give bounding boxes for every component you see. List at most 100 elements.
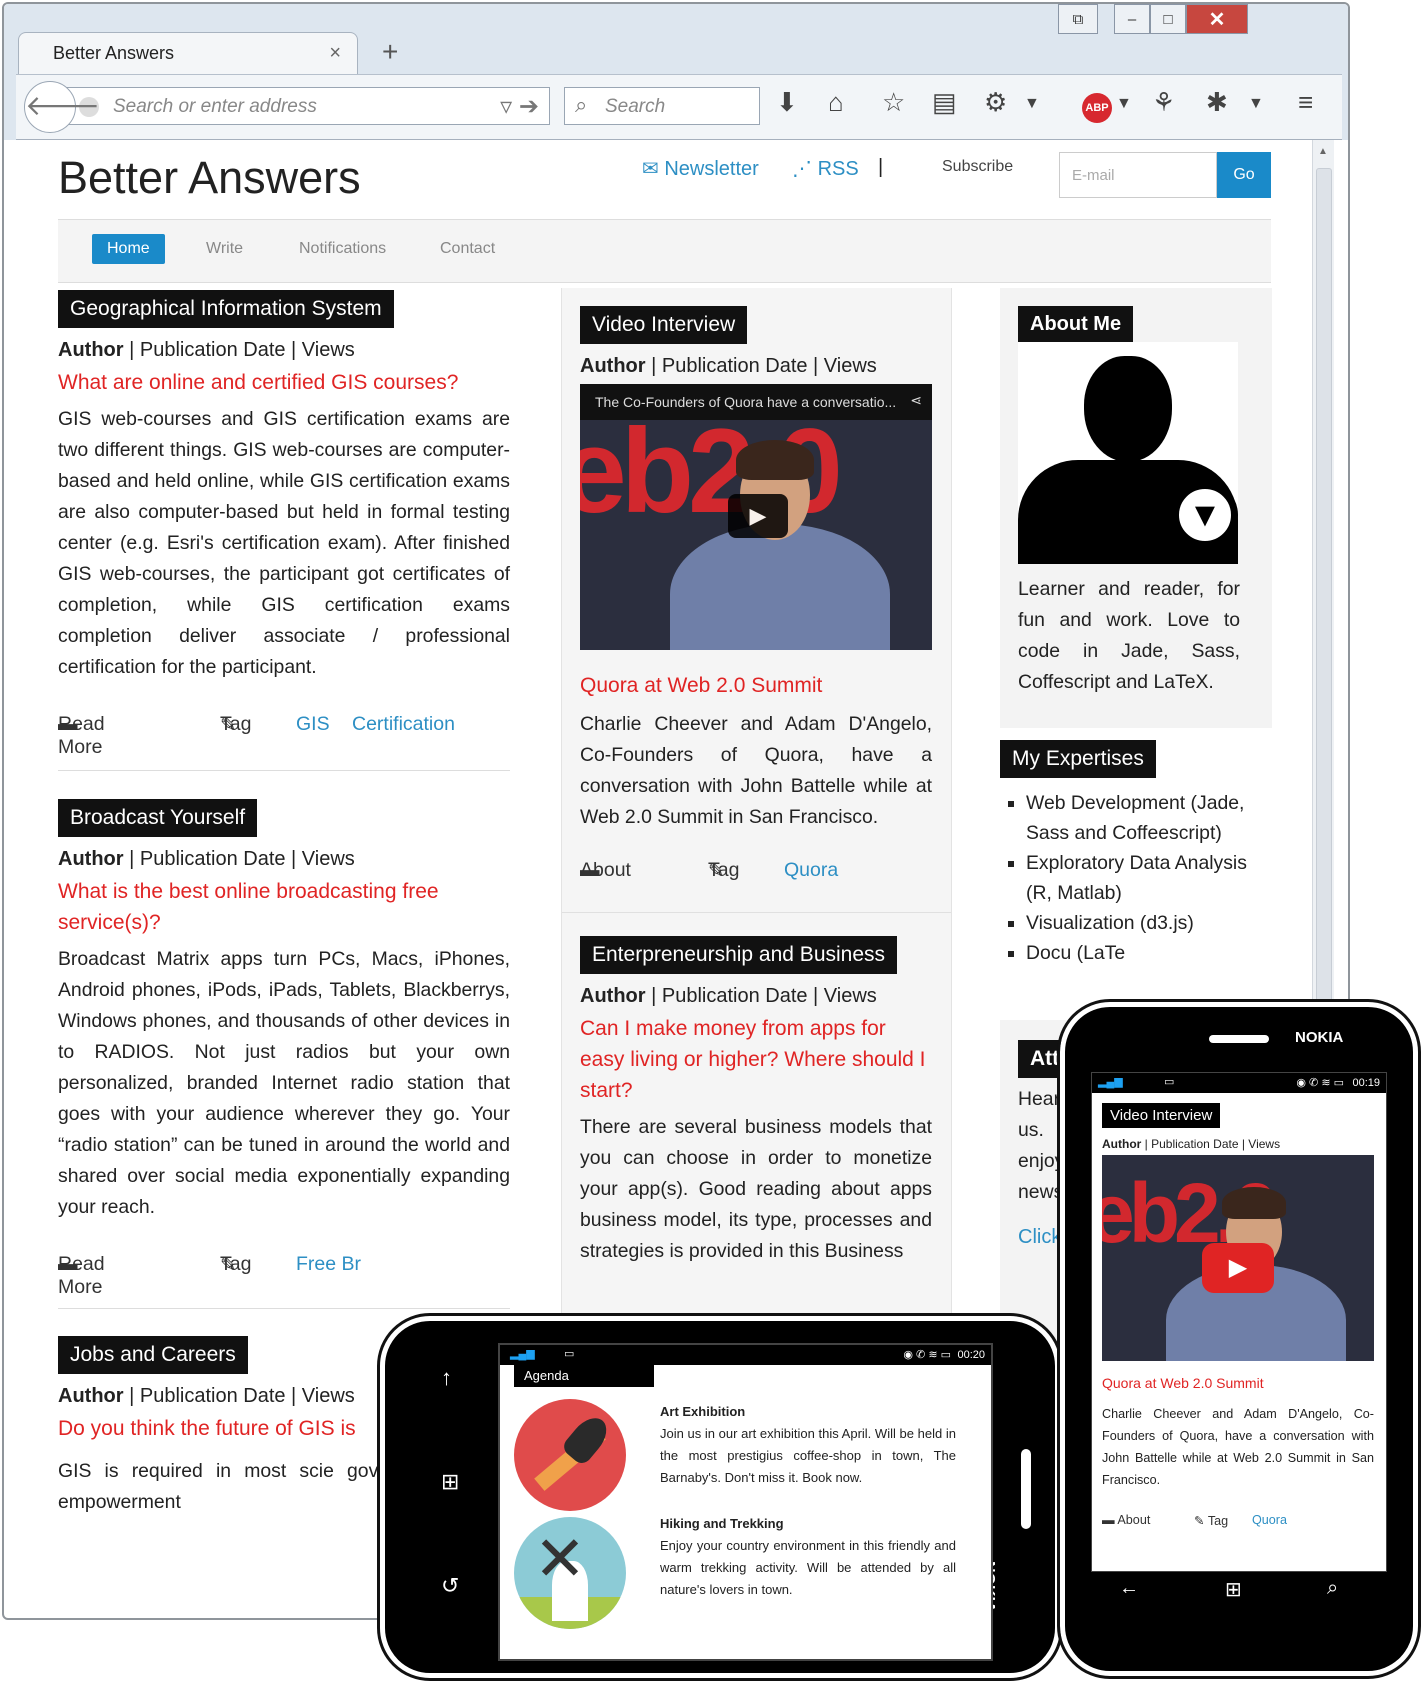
windmill-icon: ✕ [514,1517,626,1629]
video-hair [736,440,814,480]
expertise-list: Web Development (Jade, Sass and Coffeesc… [1026,788,1272,968]
bug-icon[interactable]: ✱ [1206,87,1228,118]
tag-quora[interactable]: Quora [784,859,838,882]
category-heading: Jobs and Careers [58,1336,248,1374]
download-icon[interactable]: ⬇ [776,87,798,118]
phone-brand-label: NOKIA [1295,1029,1344,1046]
mid-post-2: Enterpreneurship and Business Author | P… [580,936,932,1267]
attention-link[interactable]: Click [1018,1226,1061,1249]
maximize-button[interactable]: □ [1150,4,1186,34]
play-button-icon[interactable]: ▶ [1202,1243,1274,1293]
about-me-title: About Me [1018,306,1134,343]
menu-home[interactable]: Home [92,234,165,264]
tag-quora[interactable]: Quora [1252,1513,1287,1527]
search-placeholder: Search [605,96,666,117]
menu-write[interactable]: Write [206,240,243,258]
video-post-title[interactable]: Quora at Web 2.0 Summit [580,670,932,701]
address-bar[interactable]: Search or enter address ▿ ➔ [60,87,550,125]
composite-image: ⧉ – □ ✕ Better Answers × + Search or ent… [0,0,1421,1681]
extensions-dropdown-icon[interactable]: ▼ [1248,95,1264,113]
about-link[interactable]: ▬ About [1102,1513,1150,1527]
question-link[interactable]: What are online and certified GIS course… [58,367,510,398]
post-footer: ▬ Read More ✎ Tag GIS Certification [58,713,455,758]
tag-link[interactable]: Free Br [296,1253,361,1276]
restore-tabs-button[interactable]: ⧉ [1058,4,1098,34]
mid-post-1: Video Interview Author | Publication Dat… [580,306,932,889]
site-brand[interactable]: Better Answers [58,152,361,204]
dropdown-circle-icon[interactable]: ▼ [1172,482,1238,548]
home-icon[interactable]: ⌂ [828,87,844,118]
post-body: There are several business models that y… [580,1116,932,1262]
go-button[interactable]: Go [1217,152,1271,198]
post-meta: Author | Publication Date | Views [580,355,877,377]
tag-gis[interactable]: GIS [296,713,330,736]
phone-windows-icon[interactable]: ⊞ [441,1469,459,1495]
menu-notifications[interactable]: Notifications [299,240,386,258]
agenda-item[interactable]: Hiking and Trekking Enjoy your country e… [660,1513,956,1601]
list-item: Visualization (d3.js) [1026,908,1272,938]
landscape-phone: ↑ ⊞ ↺ NOKIA ▂▄▆ ▭ ◉ ✆ ≋ ▭ 00:20 Agenda ✕ [377,1313,1063,1681]
category-heading: Video Interview [1102,1103,1221,1128]
video-title: The Co-Founders of Quora have a conversa… [580,384,932,420]
folder-icon: ▬ [1102,1513,1118,1527]
windmill-blades: ✕ [534,1525,586,1594]
reading-list-icon[interactable]: ▤ [932,87,957,118]
phone-back-arrow-icon[interactable]: ← [1119,1577,1139,1600]
dropdown-arrow-icon[interactable]: ▼ [1024,95,1040,113]
agenda-heading: Agenda [514,1365,654,1387]
back-button-icon[interactable]: 🡐 [24,81,100,133]
hamburger-menu-icon[interactable]: ≡ [1298,87,1313,118]
email-field[interactable]: E-mail [1059,152,1217,198]
adblock-dropdown-icon[interactable]: ▼ [1116,95,1132,113]
list-item: Exploratory Data Analysis (R, Matlab) [1026,848,1272,908]
search-input[interactable]: ⌕ Search [564,87,760,125]
address-placeholder: Search or enter address [113,96,317,117]
post-body: Charlie Cheever and Adam D'Angelo, Co-Fo… [1102,1407,1374,1487]
close-window-button[interactable]: ✕ [1186,4,1248,34]
video-player[interactable]: eb2.0 ▶ [1102,1155,1374,1361]
tag-icon: ✎ [1194,1514,1208,1528]
phone-back-arrow-icon[interactable]: ↑ [441,1365,452,1391]
phone-search-icon[interactable]: ↺ [441,1573,459,1599]
post-meta: Author | Publication Date | Views [1102,1137,1281,1151]
browser-chrome: ⧉ – □ ✕ Better Answers × + Search or ent… [4,4,1348,140]
landscape-screen: ▂▄▆ ▭ ◉ ✆ ≋ ▭ 00:20 Agenda ✕ Art Exhibit… [498,1343,993,1661]
divider [562,912,951,913]
about-me-panel: About Me ▼ Learner and reader, for fun a… [1000,288,1272,728]
bookmark-star-icon[interactable]: ☆ [882,87,905,118]
status-icons: ◉ ✆ ≋ ▭ [1296,1077,1344,1089]
rss-icon: ⋰ [792,158,818,180]
rss-link[interactable]: ⋰ RSS [792,156,859,181]
menu-contact[interactable]: Contact [440,240,495,258]
portrait-screen: ▂▄▆ ▭ ◉ ✆ ≋ ▭ 00:19 Video Interview Auth… [1091,1072,1387,1572]
video-post-title[interactable]: Quora at Web 2.0 Summit [1102,1375,1264,1391]
divider [58,770,510,771]
minimize-button[interactable]: – [1114,4,1150,34]
brush-icon [514,1399,626,1511]
clock: 00:19 [1352,1077,1380,1089]
adblock-icon[interactable]: ABP [1082,93,1112,123]
phone-windows-icon[interactable]: ⊞ [1225,1577,1242,1602]
tag-label: ✎ Tag [1194,1514,1229,1528]
new-tab-button[interactable]: + [382,36,398,68]
newsletter-link[interactable]: ✉ Newsletter [642,156,759,181]
settings-gear-icon[interactable]: ⚙ [984,87,1007,118]
browser-tab[interactable]: Better Answers × [18,32,358,76]
navigation-toolbar: Search or enter address ▿ ➔ 🡐 ⌕ Search ⬇… [16,74,1342,140]
question-link[interactable]: What is the best online broadcasting fre… [58,876,510,938]
video-person [670,524,890,650]
agenda-item[interactable]: Art Exhibition Join us in our art exhibi… [660,1401,956,1489]
tag-certification[interactable]: Certification [352,713,455,736]
share-icon[interactable]: ⚘ [1152,87,1175,118]
status-bar: ▂▄▆ ▭ ◉ ✆ ≋ ▭ 00:19 [1092,1073,1386,1093]
attention-text: Hear us. enjoy news [1018,1088,1065,1203]
signal-icon: ▂▄▆ [510,1348,535,1360]
go-arrow-icon[interactable]: ▿ ➔ [500,92,539,121]
question-link[interactable]: Can I make money from apps for easy livi… [580,1013,932,1106]
play-button-icon[interactable]: ▶ [728,494,788,538]
list-item: Web Development (Jade, Sass and Coffeesc… [1026,788,1272,848]
video-player[interactable]: eb2.0 The Co-Founders of Quora have a co… [580,384,932,650]
phone-search-icon[interactable]: ⌕ [1327,1577,1338,1600]
envelope-icon: ✉ [642,158,665,180]
tab-close-icon[interactable]: × [329,42,341,65]
